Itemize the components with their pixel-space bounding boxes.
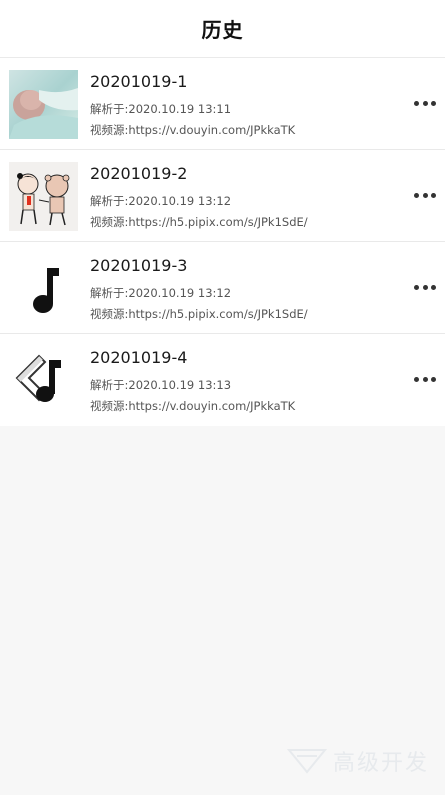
parsed-time: 解析于:2020.10.19 13:11: [90, 102, 232, 116]
list-item[interactable]: 20201019-1 解析于:2020.10.19 13:11 视频源:http…: [0, 58, 445, 150]
tiktok-logo-icon: [9, 346, 78, 415]
history-list: 20201019-1 解析于:2020.10.19 13:11 视频源:http…: [0, 58, 445, 426]
item-title: 20201019-1: [90, 72, 188, 91]
watermark: 高级开发: [286, 745, 429, 777]
thumbnail-cartoon-figures: [9, 162, 78, 231]
watermark-logo-icon: [286, 749, 327, 774]
thumbnail-baby-photo: [9, 70, 78, 139]
list-item[interactable]: 20201019-2 解析于:2020.10.19 13:12 视频源:http…: [0, 150, 445, 242]
item-title: 20201019-4: [90, 348, 188, 367]
item-title: 20201019-2: [90, 164, 188, 183]
parsed-time: 解析于:2020.10.19 13:12: [90, 286, 232, 300]
video-source: 视频源:https://v.douyin.com/JPkkaTK: [90, 123, 296, 137]
item-title: 20201019-3: [90, 256, 188, 275]
page-title: 历史: [201, 18, 244, 42]
video-source: 视频源:https://h5.pipix.com/s/JPk1SdE/: [90, 215, 308, 229]
parsed-time: 解析于:2020.10.19 13:12: [90, 194, 232, 208]
video-source: 视频源:https://h5.pipix.com/s/JPk1SdE/: [90, 307, 308, 321]
watermark-text: 高级开发: [332, 751, 429, 776]
more-options-icon[interactable]: [414, 186, 436, 204]
top-bar: 历史: [0, 0, 445, 58]
more-options-icon[interactable]: [414, 370, 436, 388]
parsed-time: 解析于:2020.10.19 13:13: [90, 378, 232, 392]
list-item[interactable]: 20201019-3 解析于:2020.10.19 13:12 视频源:http…: [0, 242, 445, 334]
music-note-icon: [9, 254, 78, 323]
video-source: 视频源:https://v.douyin.com/JPkkaTK: [90, 399, 296, 413]
list-item[interactable]: 20201019-4 解析于:2020.10.19 13:13 视频源:http…: [0, 334, 445, 426]
more-options-icon[interactable]: [414, 278, 436, 296]
more-options-icon[interactable]: [414, 94, 436, 112]
